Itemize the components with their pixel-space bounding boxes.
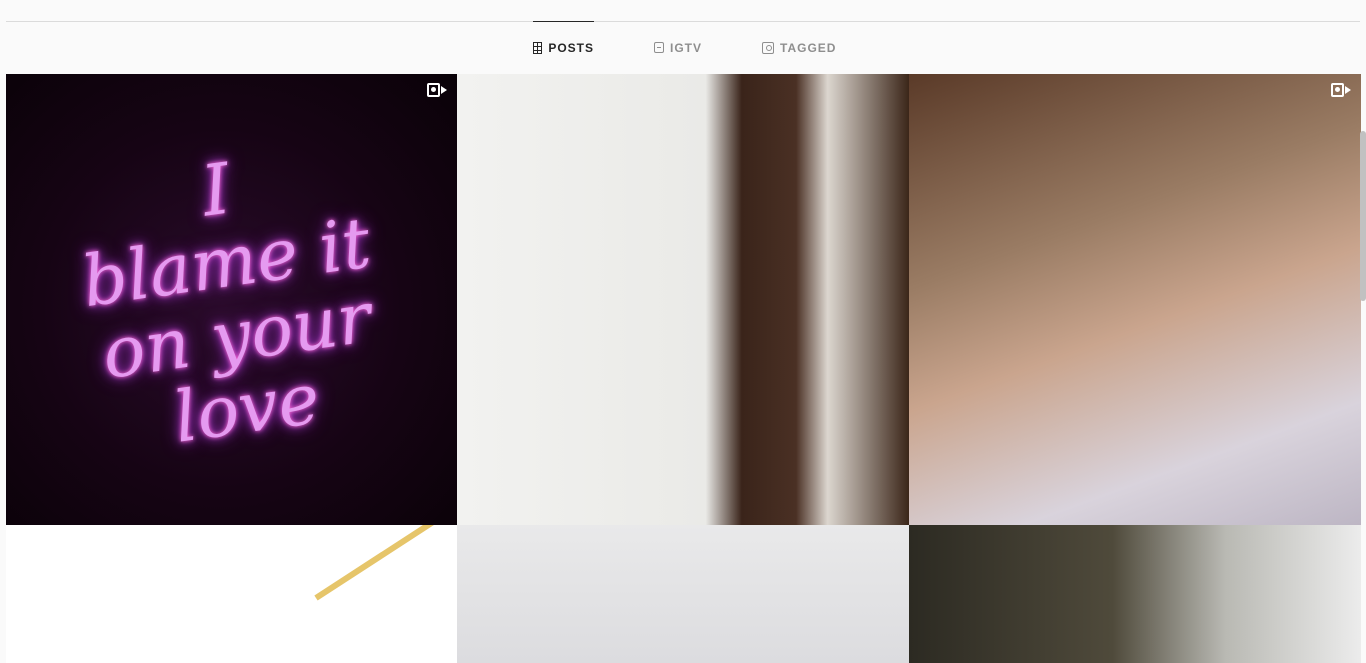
post-tile[interactable] xyxy=(909,74,1361,525)
grid-icon xyxy=(533,42,543,54)
caption-line: I xyxy=(196,147,236,233)
tag-icon xyxy=(762,41,774,54)
posts-grid: I blame it on your love xyxy=(6,74,1361,663)
tv-icon xyxy=(654,42,664,53)
tab-posts-label: POSTS xyxy=(548,41,594,55)
tab-tagged-label: TAGGED xyxy=(780,40,837,55)
tab-igtv[interactable]: IGTV xyxy=(654,21,702,74)
post-tile[interactable] xyxy=(909,525,1361,663)
video-icon xyxy=(427,83,447,97)
page-scrollbar[interactable] xyxy=(1360,131,1366,301)
post-tile[interactable] xyxy=(457,525,909,663)
pencil-image xyxy=(314,525,444,601)
video-icon xyxy=(1331,83,1351,97)
post-tile[interactable] xyxy=(457,74,909,525)
profile-page: POSTS IGTV TAGGED I blame it on your lov… xyxy=(0,0,1366,663)
profile-tabs-bar: POSTS IGTV TAGGED xyxy=(6,0,1360,74)
tab-igtv-label: IGTV xyxy=(670,40,703,55)
post-neon-caption: I blame it on your love xyxy=(6,74,457,525)
post-tile[interactable]: I blame it on your love xyxy=(6,74,457,525)
caption-line: love xyxy=(168,357,325,459)
tab-posts[interactable]: POSTS xyxy=(533,21,594,74)
post-tile[interactable] xyxy=(6,525,457,663)
tab-tagged[interactable]: TAGGED xyxy=(762,21,836,74)
